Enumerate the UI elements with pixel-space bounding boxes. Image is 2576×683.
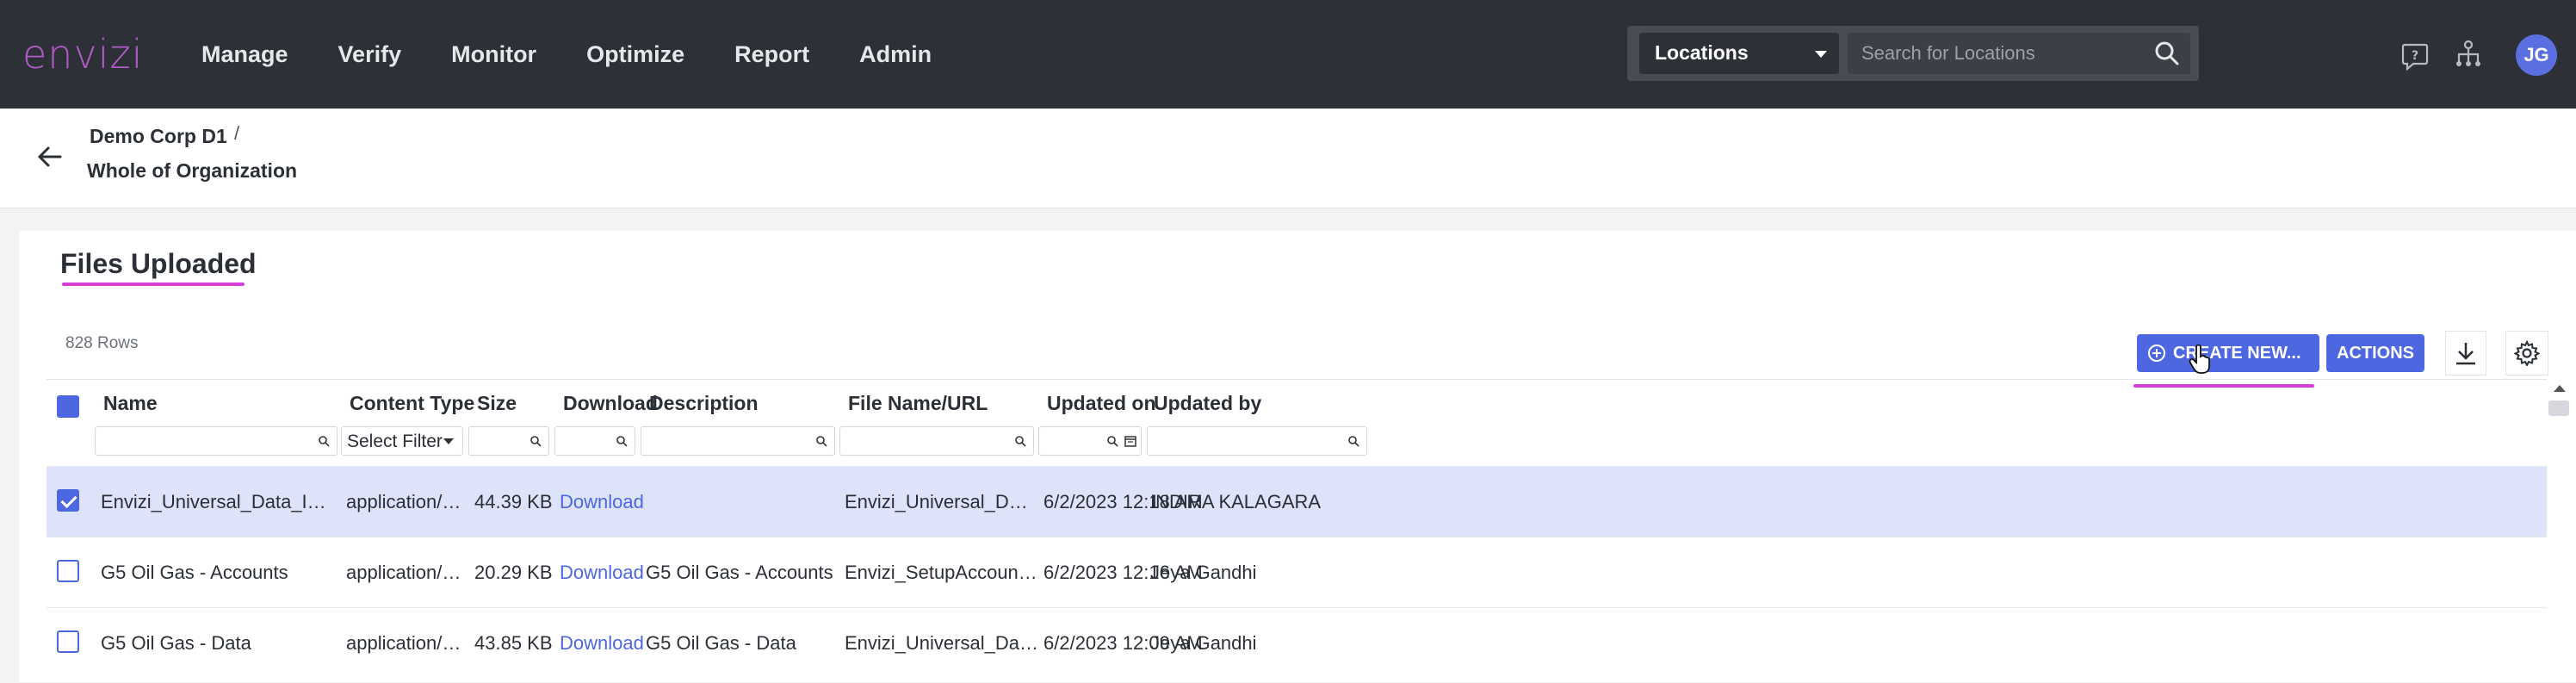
help-icon[interactable]: ? (2400, 41, 2430, 71)
nav-item-verify[interactable]: Verify (338, 41, 402, 68)
cell-size: 44.39 KB (474, 491, 553, 512)
column-header-size[interactable]: Size (477, 392, 517, 415)
add-circle-icon (2148, 345, 2165, 362)
file-filter-input[interactable] (839, 426, 1034, 456)
search-icon[interactable] (2154, 40, 2180, 66)
cell-content-type: application/vnd.openxml... (346, 632, 463, 654)
nav-item-optimize[interactable]: Optimize (586, 41, 684, 68)
cell-name: G5 Oil Gas - Accounts (101, 562, 288, 583)
svg-text:?: ? (2412, 49, 2418, 63)
cell-updated-by: INDIRA KALAGARA (1150, 491, 1322, 512)
scroll-thumb[interactable] (2548, 400, 2569, 416)
cell-name: Envizi_Universal_Data_INBank_Scope1_2_Na… (101, 491, 335, 512)
search-scope-value: Locations (1655, 41, 1749, 64)
select-all-checkbox[interactable] (57, 395, 79, 418)
cell-size: 20.29 KB (474, 562, 553, 583)
nav-item-monitor[interactable]: Monitor (451, 41, 536, 68)
column-header-updated-by[interactable]: Updated by (1154, 392, 1261, 415)
hand-cursor-icon (2189, 345, 2210, 374)
cell-description: G5 Oil Gas - Accounts (646, 562, 833, 583)
create-new-button[interactable]: CREATE NEW... (2137, 334, 2319, 372)
search-icon (319, 436, 330, 447)
nav-item-admin[interactable]: Admin (859, 41, 932, 68)
table-row[interactable]: G5 Oil Gas - Accounts application/vnd.op… (46, 537, 2547, 607)
search-icon (616, 436, 628, 447)
cell-name: G5 Oil Gas - Data (101, 632, 251, 654)
table-row[interactable]: Envizi_Universal_Data_INBank_Scope1_2_Na… (46, 466, 2547, 537)
cell-content-type: application/vnd.openxml... (346, 491, 463, 512)
back-arrow-icon[interactable] (34, 141, 65, 172)
cell-updated-by: Jeya Gandhi (1150, 632, 1257, 654)
column-header-description[interactable]: Description (649, 392, 759, 415)
search-scope-select[interactable]: Locations (1639, 33, 1839, 74)
download-icon (2456, 343, 2475, 365)
content-type-filter-value: Select Filter (347, 432, 443, 451)
title-highlight (62, 283, 245, 286)
main-nav: Manage Verify Monitor Optimize Report Ad… (201, 0, 981, 109)
download-filter-input[interactable] (554, 426, 635, 456)
row-checkbox[interactable] (57, 489, 79, 512)
files-table: Name Content Type Size Download Descript… (46, 379, 2569, 682)
files-card: Files Uploaded 828 Rows CREATE NEW... AC… (19, 231, 2576, 682)
row-count: 828 Rows (65, 334, 139, 352)
search-icon (1015, 436, 1026, 447)
top-navigation-bar: envizi Manage Verify Monitor Optimize Re… (0, 0, 2576, 109)
cell-file: Envizi_Universal_Data_INBank_Scope1_... (845, 491, 1034, 512)
table-row[interactable]: G5 Oil Gas - Data application/vnd.openxm… (46, 607, 2547, 678)
search-icon (1107, 436, 1118, 447)
content-type-filter-select[interactable]: Select Filter (341, 426, 463, 456)
column-header-content-type[interactable]: Content Type (350, 392, 474, 415)
export-button[interactable] (2445, 331, 2486, 376)
cell-updated-by: Jeya Gandhi (1150, 562, 1257, 583)
org-hierarchy-icon[interactable] (2454, 40, 2483, 69)
column-header-name[interactable]: Name (103, 392, 158, 415)
table-settings-button[interactable] (2505, 331, 2548, 376)
breadcrumb-separator: / (234, 122, 240, 144)
updated-by-filter-input[interactable] (1147, 426, 1367, 456)
breadcrumb: Demo Corp D1 / Whole of Organization (0, 109, 2576, 208)
filter-row: Select Filter (46, 421, 2547, 461)
breadcrumb-org[interactable]: Demo Corp D1 (90, 125, 227, 148)
global-search: Locations (1627, 26, 2199, 81)
cell-size: 43.85 KB (474, 632, 553, 654)
row-checkbox[interactable] (57, 560, 79, 582)
calendar-icon[interactable] (1124, 434, 1137, 448)
column-header-file[interactable]: File Name/URL (848, 392, 988, 415)
column-header-updated-on[interactable]: Updated on (1047, 392, 1156, 415)
scroll-up-icon[interactable] (2554, 385, 2566, 392)
search-icon (1348, 436, 1359, 447)
gear-icon (2514, 340, 2540, 366)
updated-on-filter-input[interactable] (1038, 426, 1142, 456)
search-icon (816, 436, 827, 447)
chevron-down-icon (443, 438, 454, 444)
nav-item-manage[interactable]: Manage (201, 41, 288, 68)
download-link[interactable]: Download (560, 491, 644, 513)
envizi-logo[interactable]: envizi (22, 31, 143, 78)
name-filter-input[interactable] (95, 426, 337, 456)
row-checkbox[interactable] (57, 630, 79, 653)
column-header-download[interactable]: Download (563, 392, 658, 415)
cell-description: G5 Oil Gas - Data (646, 632, 796, 654)
description-filter-input[interactable] (641, 426, 835, 456)
cell-file: Envizi_SetupAccounts_G5-OilGas.xlsx (845, 562, 1039, 583)
table-header: Name Content Type Size Download Descript… (46, 380, 2547, 419)
page-title: Files Uploaded (60, 248, 257, 279)
size-filter-input[interactable] (468, 426, 549, 456)
table-scrollbar[interactable] (2545, 380, 2574, 683)
chevron-down-icon (1815, 51, 1827, 58)
search-icon (530, 436, 542, 447)
actions-button[interactable]: ACTIONS (2326, 334, 2424, 372)
cell-file: Envizi_Universal_Data_G5-OilGas.xlsx (845, 632, 1039, 654)
download-link[interactable]: Download (560, 632, 644, 655)
nav-item-report[interactable]: Report (734, 41, 809, 68)
search-input[interactable] (1848, 33, 2190, 74)
breadcrumb-location: Whole of Organization (87, 159, 298, 182)
cell-content-type: application/vnd.openxml... (346, 562, 463, 583)
user-avatar[interactable]: JG (2516, 34, 2557, 76)
download-link[interactable]: Download (560, 562, 644, 584)
